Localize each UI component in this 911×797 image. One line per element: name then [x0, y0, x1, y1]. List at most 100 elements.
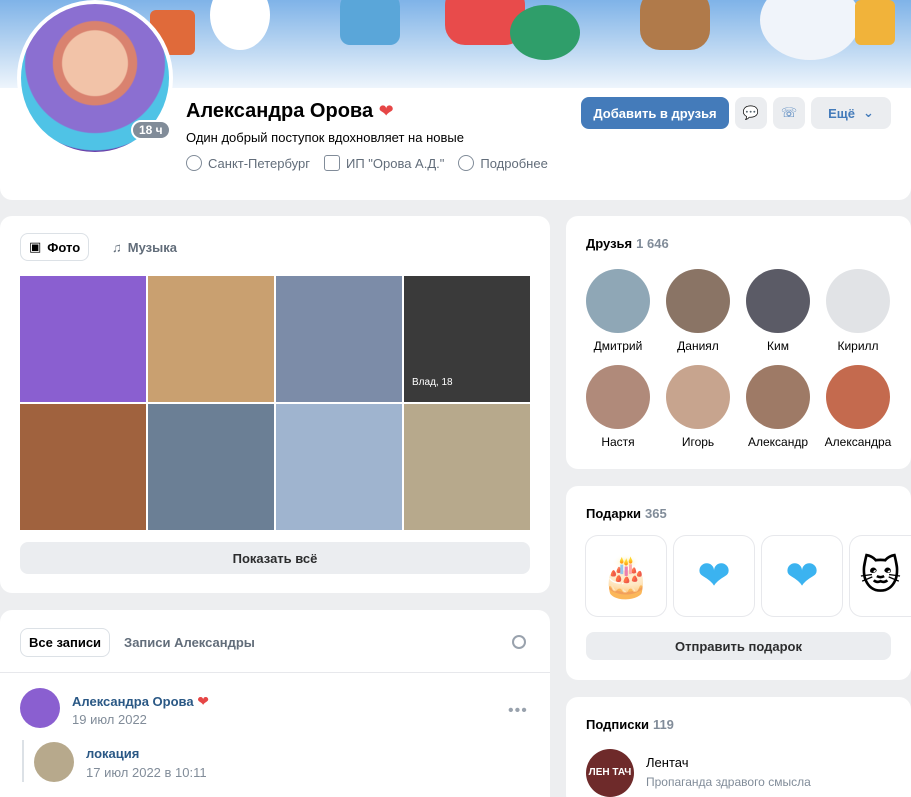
photo-thumbnail[interactable]: [20, 404, 146, 530]
chevron-down-icon: ⌄: [862, 105, 874, 120]
friend-avatar[interactable]: [746, 269, 810, 333]
friend-item[interactable]: Игорь: [658, 365, 738, 449]
friends-title-text: Друзья: [586, 236, 633, 251]
photo-thumbnail[interactable]: [148, 404, 274, 530]
gifts-block: Подарки 365 🎂 ❤ ❤ 🐱 Отправить подарок: [566, 486, 911, 680]
image-icon: ▣: [29, 239, 42, 254]
friend-item[interactable]: Дмитрий: [578, 269, 658, 353]
friend-name[interactable]: Дмитрий: [578, 339, 658, 353]
heart-icon: ❤: [197, 693, 209, 709]
show-all-photos-button[interactable]: Показать всё: [20, 542, 530, 574]
post-author-name-text: Александра Орова: [72, 694, 194, 709]
more-info-link[interactable]: Подробнее: [458, 155, 548, 171]
repost-author[interactable]: локация: [86, 746, 139, 761]
subscriptions-title-text: Подписки: [586, 717, 649, 732]
call-button[interactable]: ☏: [773, 97, 805, 129]
subscriptions-title[interactable]: Подписки 119: [586, 717, 674, 732]
tab-photos[interactable]: ▣ Фото: [20, 233, 90, 261]
repost-date[interactable]: 17 июл 2022 в 10:11: [86, 765, 207, 780]
post-author-name[interactable]: Александра Орова ❤: [72, 693, 209, 710]
profile-name: Александра Орова ❤: [186, 100, 394, 123]
friend-name[interactable]: Игорь: [658, 435, 738, 449]
blue-heart-gift-icon[interactable]: ❤: [674, 536, 754, 616]
friend-item[interactable]: Кирилл: [818, 269, 898, 353]
location-pin-icon: [186, 155, 202, 171]
divider: [0, 672, 550, 673]
friend-name[interactable]: Ким: [738, 339, 818, 353]
photo-grid: Влад, 18: [20, 276, 530, 530]
photo-thumbnail[interactable]: [20, 276, 146, 402]
profile-meta: Санкт-Петербург ИП "Орова А.Д." Подробне…: [186, 155, 548, 171]
more-button[interactable]: Ещё ⌄: [811, 97, 891, 129]
gifts-title-text: Подарки: [586, 506, 642, 521]
posts-block: Все записи Записи Александры Александра …: [0, 610, 550, 797]
friends-title[interactable]: Друзья 1 646: [586, 236, 669, 251]
chat-bubble-icon: 💬: [742, 105, 760, 120]
photo-thumbnail[interactable]: [148, 276, 274, 402]
profile-name-text: Александра Орова: [186, 100, 374, 122]
post-date[interactable]: 19 июл 2022: [72, 712, 147, 727]
cat-gift-icon[interactable]: 🐱: [850, 536, 911, 616]
subscriptions-count: 119: [652, 717, 674, 732]
friend-name[interactable]: Александр: [738, 435, 818, 449]
tab-photos-label: Фото: [47, 239, 81, 255]
friend-item[interactable]: Настя: [578, 365, 658, 449]
heart-icon: ❤: [378, 101, 394, 121]
profile-status: Один добрый поступок вдохновляет на новы…: [186, 130, 464, 145]
music-note-icon: ♫: [112, 239, 122, 255]
photos-block: ▣ Фото ♫ Музыка Влад, 18 Показать всё: [0, 216, 550, 593]
photo-thumbnail[interactable]: [404, 404, 530, 530]
tab-own-posts[interactable]: Записи Александры: [124, 635, 255, 650]
more-dots-icon[interactable]: •••: [508, 702, 528, 720]
photo-thumbnail[interactable]: [276, 404, 402, 530]
tab-all-posts[interactable]: Все записи: [20, 628, 111, 657]
photo-caption: Влад, 18: [412, 377, 453, 388]
add-friend-button[interactable]: Добавить в друзья: [581, 97, 729, 129]
phone-icon: ☏: [780, 105, 798, 120]
friend-item[interactable]: Александра: [818, 365, 898, 449]
friend-avatar[interactable]: [586, 365, 650, 429]
photo-thumbnail[interactable]: [276, 276, 402, 402]
subscription-desc: Пропаганда здравого смысла: [646, 775, 811, 789]
gifts-count: 365: [645, 506, 667, 521]
tab-music-label: Музыка: [127, 239, 177, 255]
search-icon[interactable]: [512, 635, 526, 649]
lentach-logo-text: ЛЕН ТАЧ: [588, 767, 632, 778]
friend-avatar[interactable]: [826, 365, 890, 429]
tab-music[interactable]: ♫ Музыка: [104, 233, 185, 261]
camera-placeholder-icon[interactable]: [826, 269, 890, 333]
subscriptions-block: Подписки 119 ЛЕН ТАЧ Лентач Пропаганда зд…: [566, 697, 911, 797]
friend-avatar[interactable]: [666, 269, 730, 333]
cake-gift-icon[interactable]: 🎂: [586, 536, 666, 616]
repost-avatar[interactable]: [34, 742, 74, 782]
friend-name[interactable]: Даниял: [658, 339, 738, 353]
friend-item[interactable]: Ким: [738, 269, 818, 353]
work-info[interactable]: ИП "Орова А.Д.": [323, 155, 444, 171]
city-info[interactable]: Санкт-Петербург: [186, 155, 310, 171]
repost-line: [22, 740, 24, 782]
posts-tabs: Все записи Записи Александры: [20, 628, 255, 657]
friends-block: Друзья 1 646 Дмитрий Даниял Ким Кирилл Настя И…: [566, 216, 911, 469]
blue-heart-gift-icon[interactable]: ❤: [762, 536, 842, 616]
message-button[interactable]: 💬: [735, 97, 767, 129]
online-time-badge: 18 ч: [131, 120, 171, 140]
post-author-avatar[interactable]: [20, 688, 60, 728]
friend-item[interactable]: Александр: [738, 365, 818, 449]
friend-name[interactable]: Настя: [578, 435, 658, 449]
friend-name[interactable]: Кирилл: [818, 339, 898, 353]
subscription-name[interactable]: Лентач: [646, 755, 688, 770]
send-gift-button[interactable]: Отправить подарок: [586, 632, 891, 660]
friend-item[interactable]: Даниял: [658, 269, 738, 353]
profile-header: 18 ч Александра Орова ❤ Один добрый пост…: [0, 0, 911, 200]
friend-avatar[interactable]: [586, 269, 650, 333]
friends-count: 1 646: [636, 236, 669, 251]
friend-avatar[interactable]: [666, 365, 730, 429]
info-icon: [458, 155, 475, 171]
lentach-avatar[interactable]: ЛЕН ТАЧ: [586, 749, 634, 797]
photo-thumbnail[interactable]: Влад, 18: [404, 276, 530, 402]
briefcase-icon: [323, 155, 340, 171]
gifts-title[interactable]: Подарки 365: [586, 506, 667, 521]
friend-name[interactable]: Александра: [818, 435, 898, 449]
more-button-label: Ещё: [828, 105, 855, 121]
friend-avatar[interactable]: [746, 365, 810, 429]
